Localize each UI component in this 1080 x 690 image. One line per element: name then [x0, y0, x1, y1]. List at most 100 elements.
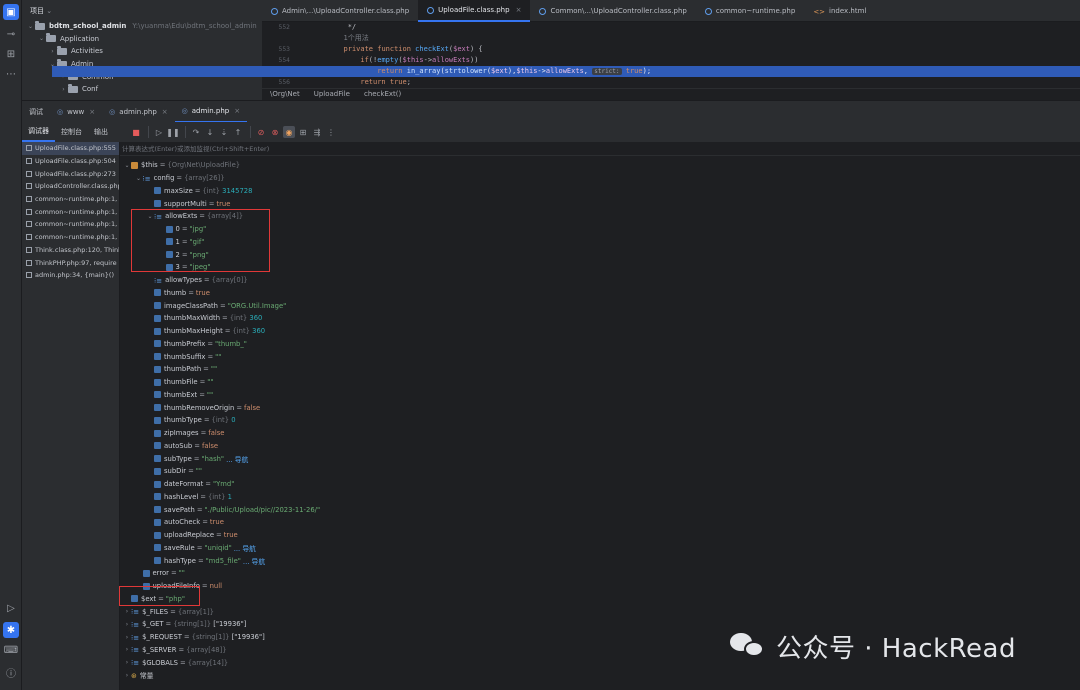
variable-row[interactable]: › ⊛ 常量 [123, 669, 154, 682]
stack-frame[interactable]: Think.class.php:120, Think [22, 244, 119, 257]
breadcrumb-item[interactable]: UploadFile [314, 90, 350, 98]
debugger-subtab[interactable]: 控制台 [55, 122, 88, 142]
mute-breakpoints-icon[interactable]: ⊗ [269, 126, 281, 138]
debug-session-tab[interactable]: ◎ admin.php × [102, 101, 174, 123]
variable-row[interactable]: thumbFile = "" [146, 376, 214, 389]
stack-frame[interactable]: UploadFile.class.php:555 [22, 142, 119, 155]
stop-icon[interactable]: ■ [130, 126, 142, 138]
view-breakpoints-icon[interactable]: ⊘ [255, 126, 267, 138]
variable-row[interactable]: › ⁝≡ $_GET = {string[1]} ["19936"] [123, 618, 247, 631]
debug-session-tab[interactable]: ◎ www × [50, 101, 102, 123]
stack-frame[interactable]: common~runtime.php:1, [22, 205, 119, 218]
variable-row[interactable]: › ⁝≡ $_REQUEST = {string[1]} ["19936"] [123, 631, 265, 644]
variable-row[interactable]: hashLevel = {int} 1 [146, 491, 232, 504]
step-into-my-code-icon[interactable]: ⇣ [218, 126, 230, 138]
chevron-down-icon[interactable]: ⌄ [26, 23, 35, 30]
chevron-right-icon[interactable]: › [123, 659, 131, 666]
stack-frame[interactable]: common~runtime.php:1, [22, 193, 119, 206]
problems-icon[interactable]: ⓘ [3, 664, 19, 680]
code-editor[interactable]: */ 1个用法 private function checkExt($ext) … [52, 22, 1080, 88]
chevron-down-icon[interactable]: ⌄ [135, 175, 143, 182]
chevron-right-icon[interactable]: › [123, 672, 131, 679]
run-icon[interactable]: ▷ [3, 600, 19, 616]
variable-row[interactable]: thumb = true [146, 287, 210, 300]
close-icon[interactable]: × [234, 107, 240, 115]
chevron-right-icon[interactable]: › [59, 86, 68, 93]
variable-row[interactable]: ⌄ ⁝≡ config = {array[26]} [135, 172, 225, 185]
variable-row[interactable]: autoSub = false [146, 440, 218, 453]
variable-row[interactable]: error = "" [135, 567, 185, 580]
navigate-link[interactable]: ... 导航 [243, 556, 265, 566]
structure-icon[interactable]: ⊞ [3, 46, 19, 62]
variable-row[interactable]: uploadReplace = true [146, 529, 238, 542]
variable-row[interactable]: ⌄ $this = {Org\Net\UploadFile} [123, 159, 240, 172]
chevron-right-icon[interactable]: › [123, 608, 131, 615]
variable-row[interactable]: thumbPrefix = "thumb_" [146, 338, 247, 351]
variable-row[interactable]: zipImages = false [146, 427, 224, 440]
chevron-down-icon[interactable]: ⌄ [123, 162, 131, 169]
variable-row[interactable]: › ⁝≡ $GLOBALS = {array[14]} [123, 656, 228, 669]
variable-row[interactable]: subDir = "" [146, 465, 202, 478]
variable-row[interactable]: savePath = "./Public/Upload/pic//2023-11-2… [146, 503, 320, 516]
stack-frame[interactable]: ThinkPHP.php:97, require [22, 256, 119, 269]
variable-row[interactable]: maxSize = {int} 3145728 [146, 185, 252, 198]
variable-row[interactable]: subType = "hash"... 导航 [146, 452, 248, 465]
debug-session-tab[interactable]: 调试 [22, 101, 50, 123]
editor-tab[interactable]: <> index.html [804, 0, 875, 22]
commit-icon[interactable]: ⊸ [3, 26, 19, 42]
evaluate-icon[interactable]: ⊞ [297, 126, 309, 138]
more-tools-icon[interactable]: ⋯ [3, 66, 19, 82]
chevron-right-icon[interactable]: › [123, 634, 131, 641]
debug-bug-icon[interactable]: ✱ [3, 622, 19, 638]
debug-session-tab[interactable]: ◎ admin.php × [174, 101, 248, 123]
variable-row[interactable]: imageClassPath = "ORG.Util.Image" [146, 299, 286, 312]
stack-frame[interactable]: UploadFile.class.php:504 [22, 155, 119, 168]
break-on-first-line-icon[interactable]: ◉ [283, 126, 295, 138]
editor-tab[interactable]: Admin\...\UploadController.class.php [262, 0, 418, 22]
stack-frame[interactable]: UploadController.class.php [22, 180, 119, 193]
variable-row[interactable]: ⁝≡ allowTypes = {array[0]} [146, 274, 248, 287]
variable-row[interactable]: saveRule = "uniqid"... 导航 [146, 542, 256, 555]
project-tree-item[interactable]: ⌄ bdtm_school_admin Y:\yuanma\Edu\bdtm_sch… [22, 20, 262, 33]
chevron-right-icon[interactable]: › [48, 48, 57, 55]
close-icon[interactable]: × [516, 6, 522, 14]
navigate-link[interactable]: ... 导航 [234, 543, 256, 553]
variable-row[interactable]: thumbMaxHeight = {int} 360 [146, 325, 265, 338]
step-over-icon[interactable]: ↷ [190, 126, 202, 138]
variable-row[interactable]: dateFormat = "Ymd" [146, 478, 234, 491]
variable-row[interactable]: thumbType = {int} 0 [146, 414, 236, 427]
project-tree-item[interactable]: › Conf [22, 83, 262, 96]
stack-frame[interactable]: common~runtime.php:1, [22, 231, 119, 244]
usage-hint[interactable]: 1个用法 [314, 33, 1080, 44]
step-into-icon[interactable]: ↓ [204, 126, 216, 138]
close-icon[interactable]: × [89, 108, 95, 116]
chevron-right-icon[interactable]: › [123, 646, 131, 653]
resume-icon[interactable]: ▷ [153, 126, 165, 138]
variable-row[interactable]: thumbPath = "" [146, 363, 217, 376]
variable-row[interactable]: thumbSuffix = "" [146, 350, 221, 363]
breadcrumb-item[interactable]: checkExt() [364, 90, 401, 98]
settings-icon[interactable]: ⇶ [311, 126, 323, 138]
stack-frame[interactable]: common~runtime.php:1, [22, 218, 119, 231]
project-tree-item[interactable]: › Activities [22, 45, 262, 58]
terminal-icon[interactable]: ⌨ [3, 642, 19, 658]
variable-row[interactable]: › ⁝≡ $_FILES = {array[1]} [123, 605, 214, 618]
close-icon[interactable]: × [162, 108, 168, 116]
project-tree-item[interactable]: ⌄ Application [22, 33, 262, 46]
chevron-right-icon[interactable]: › [123, 621, 131, 628]
variable-row[interactable]: hashType = "md5_file"... 导航 [146, 554, 265, 567]
debugger-subtab[interactable]: 输出 [88, 122, 114, 142]
variable-row[interactable]: thumbExt = "" [146, 389, 213, 402]
step-out-icon[interactable]: ↑ [232, 126, 244, 138]
variable-row[interactable]: autoCheck = true [146, 516, 224, 529]
project-folder-icon[interactable]: ▣ [3, 4, 19, 20]
variable-row[interactable]: › ⁝≡ $_SERVER = {array[48]} [123, 644, 227, 657]
navigate-link[interactable]: ... 导航 [226, 454, 248, 464]
stack-frame[interactable]: admin.php:34, {main}() [22, 269, 119, 282]
variable-row[interactable]: thumbMaxWidth = {int} 360 [146, 312, 262, 325]
more-options-icon[interactable]: ⋮ [325, 126, 337, 138]
evaluate-expression-input[interactable]: 计算表达式(Enter)或添加监视(Ctrl+Shift+Enter) [120, 142, 1080, 156]
stack-frame[interactable]: UploadFile.class.php:273 [22, 167, 119, 180]
debugger-subtab[interactable]: 调试器 [22, 122, 55, 142]
chevron-down-icon[interactable]: ⌄ [37, 35, 46, 42]
